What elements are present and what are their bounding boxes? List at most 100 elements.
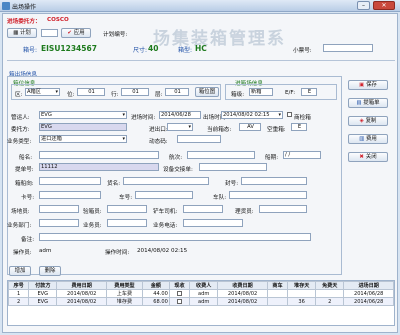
plan-button[interactable]: ▦ 计划: [7, 28, 37, 38]
dept-label: 业务部门:: [7, 223, 32, 229]
tel-input[interactable]: [183, 219, 243, 227]
slot-input[interactable]: 01: [77, 88, 105, 96]
type-value: HC: [195, 44, 207, 53]
manager-select[interactable]: EVG: [39, 111, 127, 119]
grade-label: 箱级:: [231, 92, 245, 98]
column-header[interactable]: 费用日期: [56, 281, 107, 290]
table-cell: [168, 297, 191, 306]
voyage-label: 航次:: [169, 155, 183, 161]
add-fee-button[interactable]: 增加: [9, 266, 31, 276]
agent-input[interactable]: EVG: [39, 123, 127, 131]
tel-label: 业务电话:: [153, 223, 178, 229]
close-window-button[interactable]: ✕: [373, 1, 395, 10]
column-header[interactable]: 收费人: [189, 281, 219, 290]
column-header[interactable]: 付款方: [28, 281, 58, 290]
ef-input[interactable]: E: [301, 88, 317, 96]
current-status-input[interactable]: AV: [239, 123, 261, 131]
forklift-label: 铲车司机:: [153, 209, 178, 215]
column-header[interactable]: 免费天: [315, 281, 345, 290]
table-cell: 2014/08/02: [217, 297, 268, 306]
watermark-text: 场集装箱管理系: [153, 29, 286, 49]
remark-input[interactable]: [39, 233, 311, 241]
ticket-label: 小票号:: [293, 48, 312, 54]
delete-fee-button[interactable]: 删除: [39, 266, 61, 276]
fleet-input[interactable]: [229, 191, 307, 199]
column-header[interactable]: 堆存天: [287, 281, 317, 290]
power-input[interactable]: [177, 135, 221, 143]
table-cell: [287, 289, 317, 298]
table-row[interactable]: 1 EVG 2014/08/02 上车费 44.00 adm 2014/08/0…: [8, 289, 394, 298]
ef-label: E/F:: [285, 90, 296, 96]
tally-input[interactable]: [259, 205, 307, 213]
seal-input[interactable]: [241, 177, 307, 185]
divider: [7, 60, 395, 61]
tier-input[interactable]: 01: [165, 88, 189, 96]
empty-label: 空重箱:: [267, 127, 286, 133]
table-cell: 2014/06/28: [343, 297, 394, 306]
table-cell: 36: [287, 297, 317, 306]
column-header[interactable]: 金额: [141, 281, 170, 290]
clerk-label: 业务员:: [83, 223, 102, 229]
cash-checkbox[interactable]: [177, 290, 182, 296]
apply-plan-button[interactable]: ✔ 应用: [61, 28, 91, 38]
biz-type-select[interactable]: 进口还箱: [39, 135, 127, 143]
close-button[interactable]: ✖ 关闭: [348, 152, 388, 162]
table-cell: 2014/08/02: [217, 289, 268, 298]
minimize-button[interactable]: –: [357, 1, 370, 10]
inspector-input[interactable]: [107, 205, 147, 213]
exit-port-label: 进出口:: [149, 127, 168, 133]
save-button[interactable]: ▣ 保存: [348, 80, 388, 90]
agent-label: 委托方:: [11, 127, 30, 133]
voyage-input[interactable]: [187, 151, 255, 159]
goods-input[interactable]: [123, 177, 209, 185]
column-header[interactable]: 费用类型: [105, 281, 143, 290]
table-cell: 1: [8, 289, 30, 298]
dest-input[interactable]: [39, 177, 101, 185]
equipment-input[interactable]: [199, 163, 267, 171]
vessel-date-input[interactable]: / /: [283, 151, 321, 159]
size-label: 尺寸:: [133, 47, 148, 54]
fee-icon: ▥: [359, 136, 366, 142]
table-cell: [266, 297, 289, 306]
container-number: EISU1234567: [41, 44, 97, 53]
position-map-button[interactable]: 箱位图: [195, 87, 219, 97]
column-header[interactable]: 商车: [266, 281, 289, 290]
forklift-input[interactable]: [183, 205, 223, 213]
row-input[interactable]: 01: [121, 88, 149, 96]
empty-input[interactable]: E: [291, 123, 307, 131]
entry-time-input[interactable]: 2014/06/28: [159, 111, 201, 119]
plate-input[interactable]: [135, 191, 193, 199]
table-row[interactable]: 2 EVG 2014/08/02 堆存费 68.00 adm 2014/08/0…: [8, 297, 394, 306]
plan-input[interactable]: [41, 29, 58, 37]
fee-table: 序号 付款方 费用日期 费用类型 金额 现收 收费人 收费日期 商车 堆存天 免…: [8, 281, 394, 306]
copy-button[interactable]: ◈ 复制: [348, 116, 388, 126]
slot-label: 位:: [67, 92, 75, 98]
remark-label: 备注:: [21, 237, 35, 243]
tier-label: 层:: [155, 92, 163, 98]
commercial-checkbox[interactable]: [287, 112, 292, 117]
exit-time-select[interactable]: 2014/08/02 02:15: [221, 111, 283, 119]
table-cell: 2: [315, 297, 345, 306]
fee-table-header: 序号 付款方 费用日期 费用类型 金额 现收 收费人 收费日期 商车 堆存天 免…: [8, 281, 394, 290]
bill-input[interactable]: 11112: [39, 163, 159, 171]
dept-input[interactable]: [39, 219, 79, 227]
party-value: COSCO: [47, 17, 69, 23]
fee-button[interactable]: ▥ 费用: [348, 134, 388, 144]
vessel-input[interactable]: [39, 151, 159, 159]
table-cell: 堆存费: [105, 297, 143, 306]
truck-input[interactable]: [39, 191, 101, 199]
site-input[interactable]: [39, 205, 79, 213]
window-title: 出场操作: [12, 4, 37, 11]
clerk-input[interactable]: [107, 219, 147, 227]
column-header[interactable]: 序号: [8, 281, 30, 290]
column-header[interactable]: 收费日期: [217, 281, 268, 290]
pickup-order-button[interactable]: ▤ 提箱单: [348, 98, 388, 108]
cash-checkbox[interactable]: [177, 298, 182, 304]
grade-input[interactable]: 新箱: [249, 88, 273, 96]
column-header[interactable]: 现收: [168, 281, 191, 290]
table-cell: 上车费: [105, 289, 143, 298]
exit-port-select[interactable]: [167, 123, 193, 131]
column-header[interactable]: 进场日期: [343, 281, 394, 290]
ticket-input[interactable]: [323, 44, 373, 52]
area-select[interactable]: A箱区: [25, 88, 60, 96]
